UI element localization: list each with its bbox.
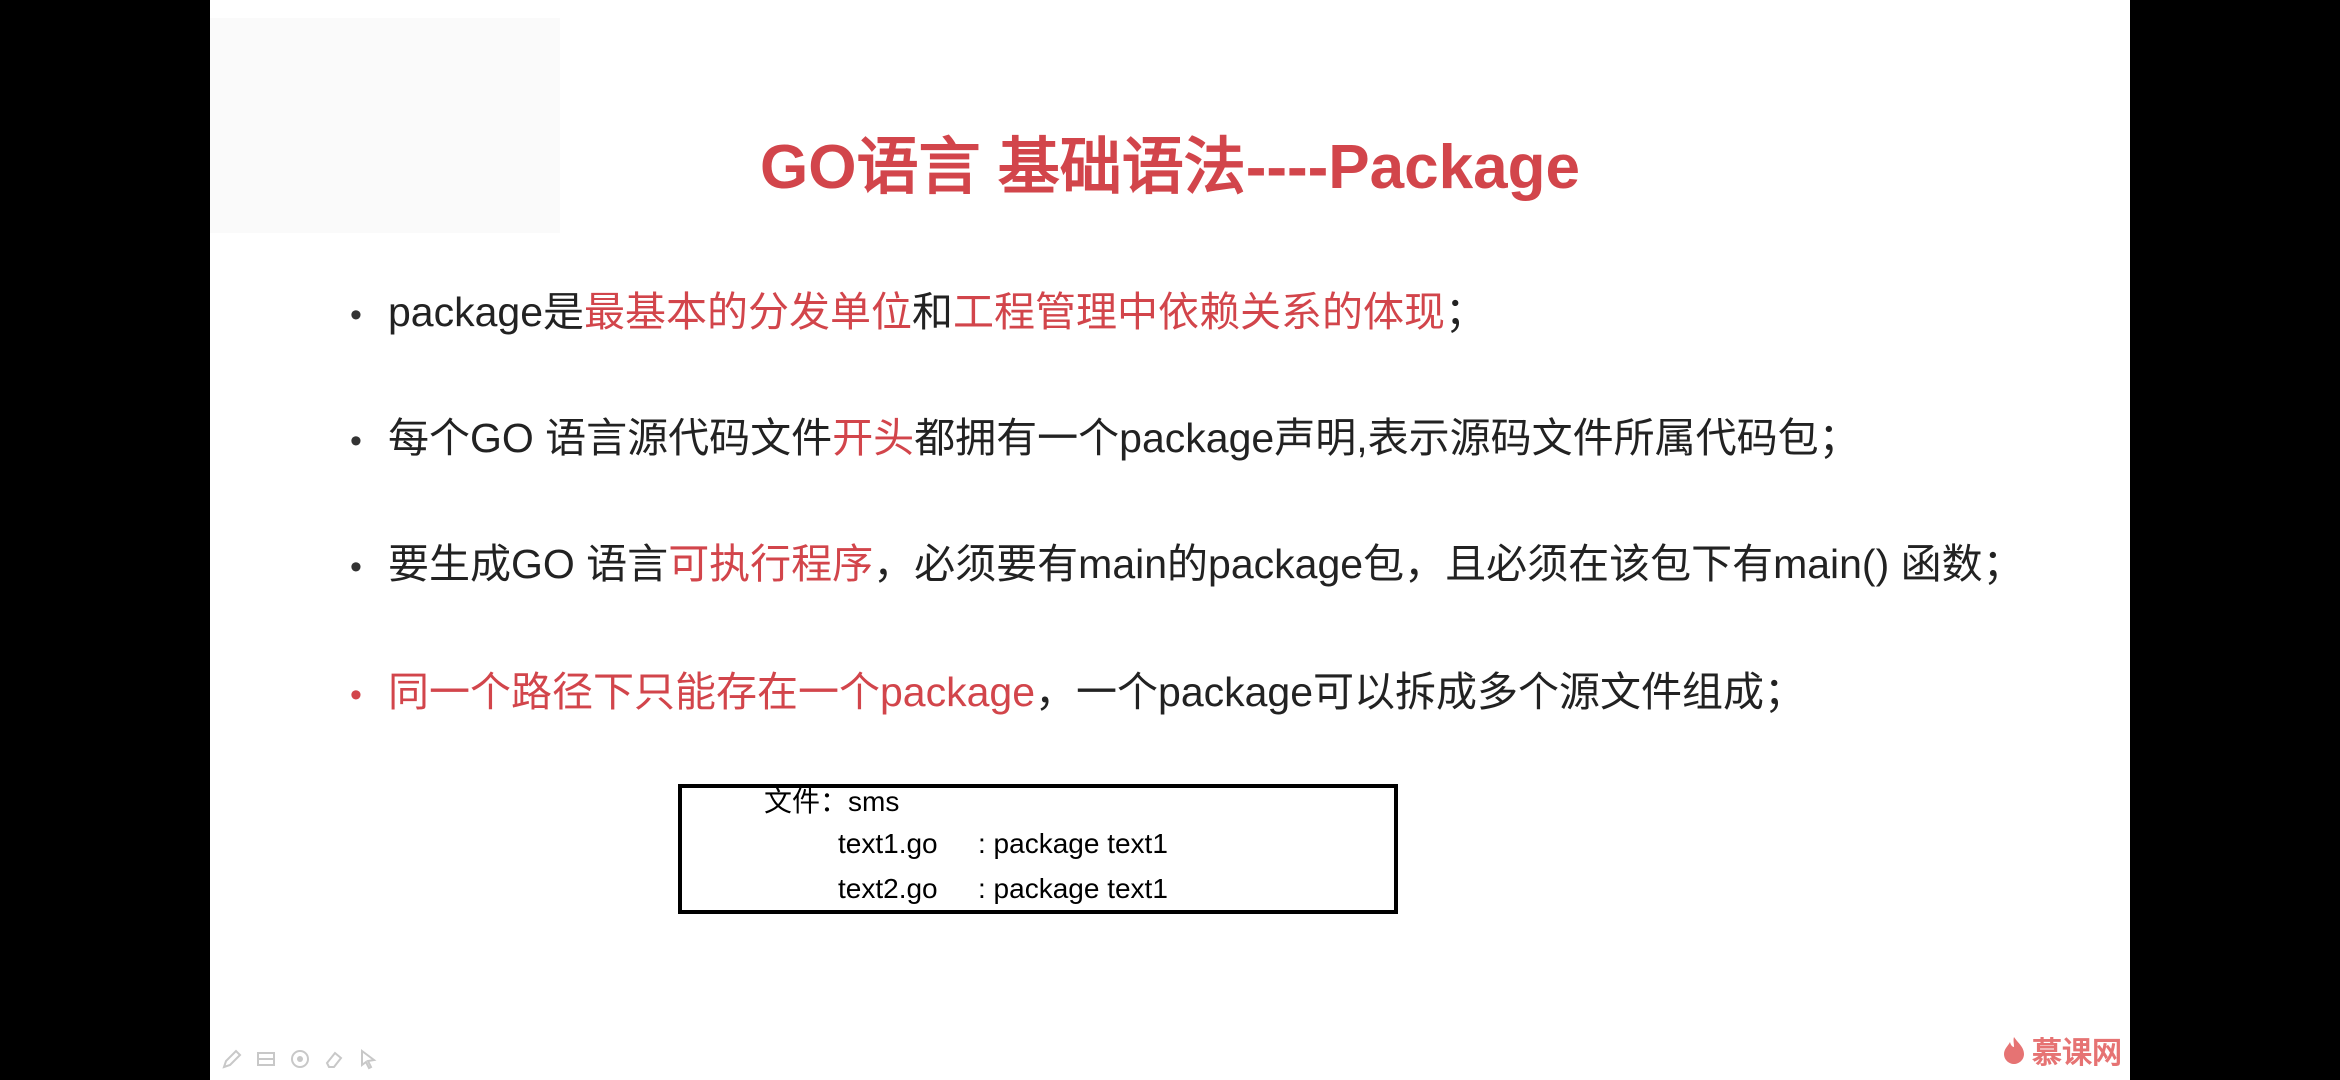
file-line-2: text2.go : package text1 — [838, 873, 1168, 904]
pen-icon[interactable] — [220, 1048, 244, 1072]
slide: GO语言 基础语法----Package • package是最基本的分发单位和工… — [210, 0, 2130, 1080]
bullet-4-part-1: 同一个路径下只能存在一个package — [388, 669, 1036, 715]
file-name-2: text2.go — [838, 873, 938, 904]
flame-icon — [2004, 1037, 2024, 1064]
bullet-1-part-3: 和 — [912, 289, 954, 335]
bullet-2-part-2: 开头 — [832, 415, 915, 461]
bullet-item-2: • 每个GO 语言源代码文件开头都拥有一个package声明,表示源码文件所属代码… — [350, 418, 1860, 459]
screen: GO语言 基础语法----Package • package是最基本的分发单位和工… — [0, 0, 2340, 1080]
bullet-3-part-1: 要生成GO 语言 — [388, 541, 669, 587]
bullet-dot: • — [350, 548, 362, 587]
bullet-item-1: • package是最基本的分发单位和工程管理中依赖关系的体现； — [350, 292, 1486, 333]
bullet-item-3: • 要生成GO 语言可执行程序，必须要有main的package包，且必须在该包下… — [350, 544, 2024, 585]
annotation-toolbar — [220, 1044, 380, 1076]
bullet-dot: • — [350, 296, 362, 335]
bullet-dot: • — [350, 676, 362, 715]
bullet-item-4: • 同一个路径下只能存在一个package，一个package可以拆成多个源文件组… — [350, 672, 1805, 713]
brand-logo: 慕课网 — [2000, 1028, 2122, 1072]
logo-text: 慕课网 — [2032, 1037, 2122, 1070]
grid-icon[interactable] — [254, 1048, 278, 1072]
file-package-2: : package text1 — [978, 873, 1168, 904]
bullet-4-part-2: ，一个package可以拆成多个源文件组成； — [1035, 669, 1806, 715]
slide-title: GO语言 基础语法----Package — [760, 133, 1580, 202]
bullet-1-part-4: 工程管理中依赖关系的体现 — [953, 289, 1446, 335]
bullet-1-part-1: package是 — [388, 289, 585, 335]
file-name-1: text1.go — [838, 828, 938, 859]
bullet-dot: • — [350, 422, 362, 461]
file-package-1: : package text1 — [978, 828, 1168, 859]
file-line-1: text1.go : package text1 — [838, 828, 1168, 859]
eraser-icon[interactable] — [322, 1048, 346, 1072]
file-structure-box: 文件：sms text1.go : package text1 text2.go… — [678, 784, 1398, 914]
bullet-3-part-3: ，必须要有main的package包，且必须在该包下有main() 函数； — [873, 541, 2024, 587]
bullet-1-part-5: ； — [1445, 289, 1487, 335]
circle-icon[interactable] — [288, 1048, 312, 1072]
bullet-2-part-3: 都拥有一个package声明,表示源码文件所属代码包； — [914, 415, 1860, 461]
bullet-2-part-1: 每个GO 语言源代码文件 — [388, 415, 833, 461]
bullet-1-part-2: 最基本的分发单位 — [584, 289, 913, 335]
bullet-3-part-2: 可执行程序 — [668, 541, 874, 587]
folder-line: 文件：sms — [764, 786, 900, 817]
pointer-icon[interactable] — [356, 1048, 380, 1072]
